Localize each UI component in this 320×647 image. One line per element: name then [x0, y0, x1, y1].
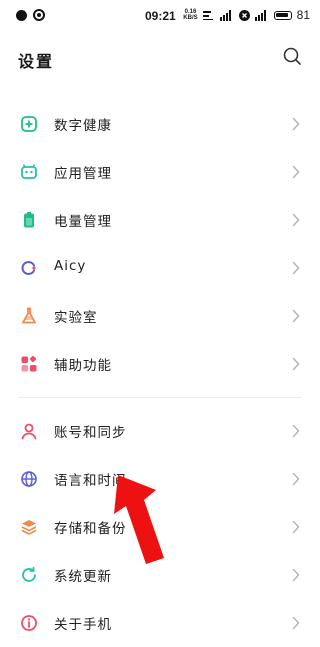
settings-item-label: 关于手机 — [54, 617, 112, 633]
chevron-right-icon — [292, 309, 300, 323]
account-icon — [20, 422, 38, 440]
globe-icon — [20, 470, 38, 488]
settings-item[interactable]: 数字健康 — [0, 100, 320, 148]
settings-item-label: Aicy — [54, 258, 87, 274]
signal-icon — [219, 9, 231, 21]
settings-item[interactable]: 系统更新 — [0, 551, 320, 599]
chevron-right-icon — [292, 165, 300, 179]
app-notification-icon — [33, 9, 45, 21]
no-sim-icon — [238, 9, 250, 21]
battery-icon — [20, 211, 38, 229]
settings-item-label: 实验室 — [54, 310, 98, 326]
aicy-icon — [20, 259, 38, 277]
battery-status-icon — [273, 10, 292, 20]
settings-item[interactable]: 语言和时间 — [0, 455, 320, 503]
signal-2-icon — [254, 9, 266, 21]
vibrate-icon — [202, 11, 213, 20]
chevron-right-icon — [292, 472, 300, 486]
settings-item[interactable]: 实验室 — [0, 292, 320, 340]
notification-icon — [16, 9, 27, 21]
digital-wellbeing-icon — [20, 115, 38, 133]
settings-item-label: 电量管理 — [54, 214, 112, 230]
settings-item[interactable]: Aicy — [0, 244, 320, 292]
android-icon — [20, 163, 38, 181]
battery-level: 81 — [296, 8, 310, 22]
settings-item-label: 系统更新 — [54, 569, 112, 585]
flask-icon — [20, 307, 38, 325]
settings-item-label: 存储和备份 — [54, 521, 127, 537]
network-speed: 0.16 KB/S — [183, 9, 198, 21]
section-divider — [18, 397, 302, 398]
info-icon — [20, 614, 38, 632]
settings-item[interactable]: 应用管理 — [0, 148, 320, 196]
settings-item-label: 账号和同步 — [54, 425, 127, 441]
settings-item[interactable]: 辅助功能 — [0, 340, 320, 388]
settings-item-label: 数字健康 — [54, 118, 112, 134]
chevron-right-icon — [292, 616, 300, 630]
chevron-right-icon — [292, 213, 300, 227]
settings-item[interactable]: 存储和备份 — [0, 503, 320, 551]
settings-item-label: 应用管理 — [54, 166, 112, 182]
chevron-right-icon — [292, 520, 300, 534]
settings-item-label: 语言和时间 — [54, 473, 127, 489]
accessibility-icon — [20, 355, 38, 373]
storage-icon — [20, 518, 38, 536]
status-bar: 09:21 0.16 KB/S 81 — [0, 0, 320, 32]
settings-item-label: 辅助功能 — [54, 358, 112, 374]
settings-item[interactable]: 账号和同步 — [0, 407, 320, 455]
chevron-right-icon — [292, 117, 300, 131]
status-time: 09:21 — [145, 9, 176, 23]
page-title: 设置 — [18, 52, 55, 71]
chevron-right-icon — [292, 424, 300, 438]
chevron-right-icon — [292, 357, 300, 371]
update-icon — [20, 566, 38, 584]
settings-item[interactable]: 电量管理 — [0, 196, 320, 244]
header: 设置 — [0, 38, 320, 78]
settings-list: 数字健康应用管理电量管理 Aicy 实验室辅助功能账号和同步语言和时间存储和备份系统… — [0, 100, 320, 647]
search-icon[interactable] — [282, 46, 302, 66]
chevron-right-icon — [292, 261, 300, 275]
chevron-right-icon — [292, 568, 300, 582]
